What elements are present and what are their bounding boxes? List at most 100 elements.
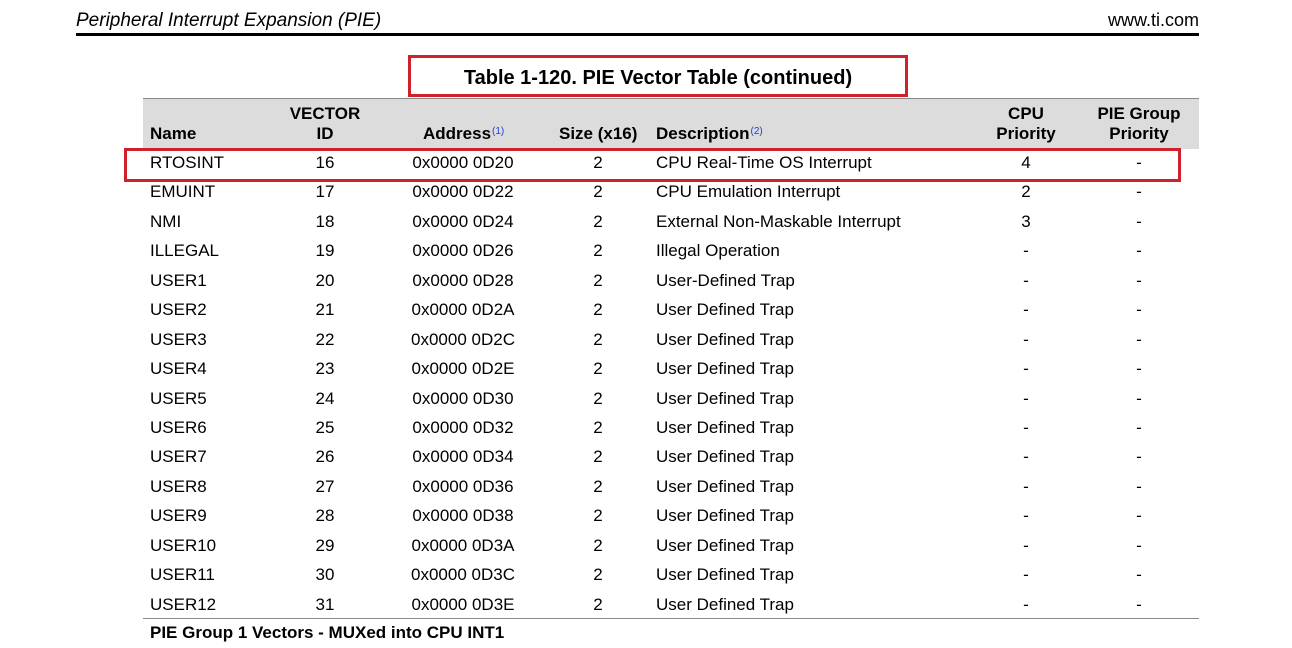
cell-pie-priority: -: [1136, 153, 1142, 172]
cell-name: EMUINT: [150, 182, 216, 202]
cell-size: 2: [593, 359, 603, 379]
col-vector-line2: ID: [316, 124, 334, 143]
cell-size: 2: [593, 153, 603, 172]
cell-vector-id: 29: [315, 535, 335, 555]
cell-description: User Defined Trap: [656, 535, 794, 555]
section-title: Peripheral Interrupt Expansion (PIE): [76, 10, 382, 31]
page-header: Peripheral Interrupt Expansion (PIE) www…: [76, 8, 1199, 36]
table-row: USER5 24 0x0000 0D30 2 User Defined Trap - -: [143, 385, 1199, 414]
cell-vector-id: 22: [315, 329, 335, 349]
cell-cpu-priority: -: [1023, 565, 1029, 585]
col-cpu-priority: CPU Priority: [981, 104, 1071, 144]
table-row: NMI 18 0x0000 0D24 2 External Non-Maskable I…: [143, 208, 1199, 237]
cell-address: 0x0000 0D22: [412, 182, 514, 202]
cell-size: 2: [593, 506, 603, 526]
cell-description: External Non-Maskable Interrupt: [656, 211, 901, 231]
cell-address: 0x0000 0D28: [412, 270, 514, 290]
cell-cpu-priority: -: [1023, 329, 1029, 349]
cell-pie-priority: -: [1136, 476, 1142, 496]
cell-name: USER5: [150, 388, 207, 408]
address-footnote-link[interactable]: (1): [492, 126, 504, 137]
table-row: ILLEGAL 19 0x0000 0D26 2 Illegal Operation - -: [143, 237, 1199, 266]
table-row: USER8 27 0x0000 0D36 2 User Defined Trap - -: [143, 473, 1199, 502]
cell-vector-id: 27: [315, 476, 335, 496]
col-address: Address(1): [423, 124, 504, 144]
cell-vector-id: 21: [315, 300, 335, 320]
cell-address: 0x0000 0D36: [412, 476, 514, 496]
col-name: Name: [150, 124, 197, 143]
cell-pie-priority: -: [1136, 388, 1142, 408]
cell-description: User-Defined Trap: [656, 270, 795, 290]
table-row: USER4 23 0x0000 0D2E 2 User Defined Trap - -: [143, 355, 1199, 384]
table-bottom-rule: [143, 618, 1199, 619]
cell-name: USER3: [150, 329, 207, 349]
cell-size: 2: [593, 594, 603, 614]
cell-address: 0x0000 0D38: [412, 506, 514, 526]
cell-cpu-priority: -: [1023, 476, 1029, 496]
cell-vector-id: 17: [315, 182, 335, 202]
cell-pie-priority: -: [1136, 211, 1142, 231]
cell-size: 2: [593, 417, 603, 437]
cell-description: User Defined Trap: [656, 447, 794, 467]
description-footnote-link[interactable]: (2): [751, 126, 763, 137]
table-body: RTOSINT 16 0x0000 0D20 2 CPU Real-Time OS In…: [143, 149, 1199, 620]
cell-address: 0x0000 0D32: [412, 417, 514, 437]
cell-address: 0x0000 0D3E: [411, 594, 515, 614]
cell-address: 0x0000 0D24: [412, 211, 514, 231]
cell-description: User Defined Trap: [656, 329, 794, 349]
cell-size: 2: [593, 388, 603, 408]
cell-cpu-priority: -: [1023, 535, 1029, 555]
col-cpu-line2: Priority: [996, 124, 1056, 143]
cell-description: CPU Emulation Interrupt: [656, 182, 841, 202]
cell-address: 0x0000 0D2A: [411, 300, 515, 320]
cell-address: 0x0000 0D3A: [411, 535, 515, 555]
cell-name: NMI: [150, 211, 182, 231]
cell-pie-priority: -: [1136, 270, 1142, 290]
cell-vector-id: 25: [315, 417, 335, 437]
cell-name: USER9: [150, 506, 207, 526]
site-link[interactable]: www.ti.com: [1108, 10, 1199, 31]
cell-description: User Defined Trap: [656, 506, 794, 526]
cell-name: USER7: [150, 447, 207, 467]
pie-vector-table: Name VECTOR ID Address(1) Size (x16) Des…: [143, 98, 1199, 620]
cell-pie-priority: -: [1136, 241, 1142, 261]
cell-name: RTOSINT: [150, 153, 224, 172]
cell-description: User Defined Trap: [656, 565, 794, 585]
cell-address: 0x0000 0D2E: [411, 359, 515, 379]
table-row: USER2 21 0x0000 0D2A 2 User Defined Trap - -: [143, 296, 1199, 325]
cell-cpu-priority: -: [1023, 270, 1029, 290]
cell-name: USER12: [150, 594, 217, 614]
cell-vector-id: 16: [315, 153, 335, 172]
cell-size: 2: [593, 182, 603, 202]
cell-pie-priority: -: [1136, 359, 1142, 379]
table-footer: PIE Group 1 Vectors - MUXed into CPU INT…: [150, 623, 505, 642]
cell-name: ILLEGAL: [150, 241, 219, 261]
cell-description: CPU Real-Time OS Interrupt: [656, 153, 872, 172]
cell-address: 0x0000 0D3C: [411, 565, 515, 585]
cell-cpu-priority: -: [1023, 417, 1029, 437]
table-row: USER9 28 0x0000 0D38 2 User Defined Trap - -: [143, 502, 1199, 531]
table-row: USER1 20 0x0000 0D28 2 User-Defined Trap - -: [143, 267, 1199, 296]
cell-size: 2: [593, 447, 603, 467]
cell-vector-id: 20: [315, 270, 335, 290]
table-row: USER11 30 0x0000 0D3C 2 User Defined Trap - -: [143, 561, 1199, 590]
cell-size: 2: [593, 565, 603, 585]
col-vector-line1: VECTOR: [289, 104, 361, 123]
table-row: USER7 26 0x0000 0D34 2 User Defined Trap - -: [143, 443, 1199, 472]
cell-vector-id: 23: [315, 359, 335, 379]
cell-vector-id: 28: [315, 506, 335, 526]
cell-address: 0x0000 0D30: [412, 388, 514, 408]
cell-cpu-priority: -: [1023, 594, 1029, 614]
table-title: Table 1-120. PIE Vector Table (continued…: [463, 67, 853, 89]
table-row: USER6 25 0x0000 0D32 2 User Defined Trap - -: [143, 414, 1199, 443]
col-size: Size (x16): [559, 124, 638, 143]
table-header: Name VECTOR ID Address(1) Size (x16) Des…: [143, 98, 1199, 149]
cell-name: USER1: [150, 270, 207, 290]
cell-vector-id: 26: [315, 447, 335, 467]
cell-size: 2: [593, 300, 603, 320]
cell-name: USER11: [150, 565, 215, 585]
cell-pie-priority: -: [1136, 565, 1142, 585]
table-title-highlight: Table 1-120. PIE Vector Table (continued…: [408, 55, 908, 97]
cell-cpu-priority: 4: [1021, 153, 1031, 172]
cell-vector-id: 24: [315, 388, 335, 408]
